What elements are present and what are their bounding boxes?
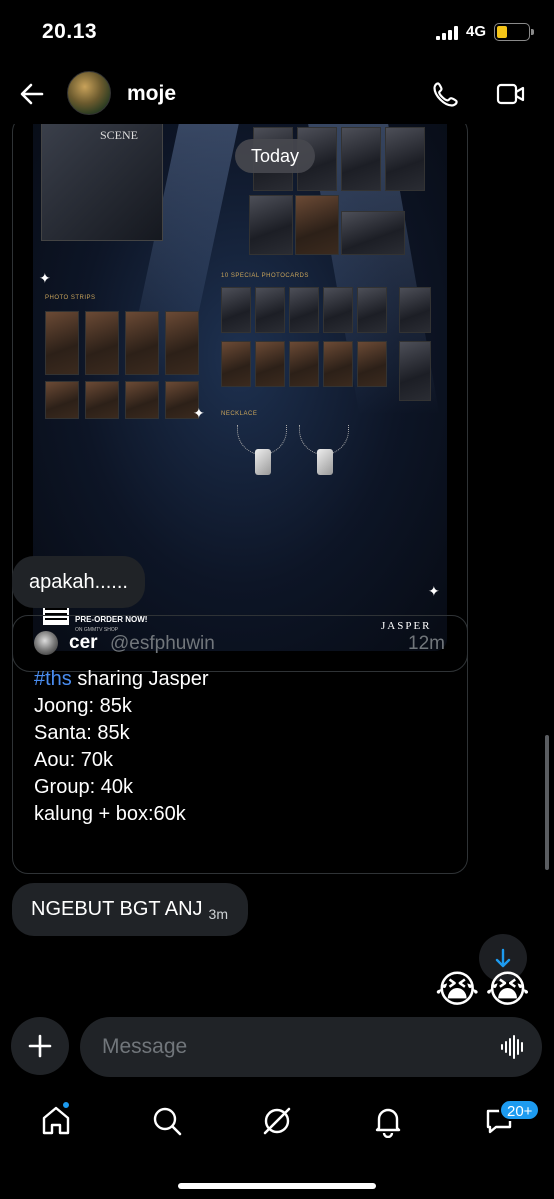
bell-icon[interactable] (371, 1104, 405, 1138)
search-icon[interactable] (150, 1104, 184, 1138)
scrollbar[interactable] (545, 735, 549, 870)
video-icon[interactable] (496, 82, 526, 106)
back-icon[interactable] (18, 80, 46, 108)
quoted-author-name: cer (69, 632, 98, 653)
date-separator: Today (235, 139, 316, 173)
avatar[interactable] (67, 71, 111, 115)
quoted-first-line: sharing Jasper (71, 668, 209, 690)
home-icon[interactable] (39, 1104, 73, 1138)
label-necklace: NECKLACE (221, 411, 258, 417)
quoted-body: Joong: 85k Santa: 85k Aou: 70k Group: 40… (34, 695, 186, 825)
message-text: NGEBUT BGT ANJ (31, 898, 203, 920)
emoji-reaction-message[interactable]: 😭😭 (435, 967, 536, 1012)
status-bar: 20.13 4G (0, 0, 554, 62)
grok-icon[interactable] (260, 1104, 294, 1138)
network-type: 4G (466, 23, 487, 40)
chat-area[interactable]: SCENE PHOTO STRIPS 10 SPECIAL PHOTOCARDS (0, 124, 554, 1014)
quoted-post-card[interactable]: cer @esfphuwin 12m #ths sharing Jasper J… (12, 615, 468, 874)
quoted-author-handle: @esfphuwin (110, 633, 215, 654)
message-bubble[interactable]: NGEBUT BGT ANJ 3m (12, 883, 248, 936)
home-indicator (178, 1183, 376, 1189)
contact-name[interactable]: moje (127, 82, 176, 106)
bottom-navigation: 20+ (0, 1084, 554, 1199)
signal-icon (436, 26, 458, 40)
quoted-post-time: 12m (408, 633, 445, 654)
scene-title: SCENE (100, 128, 139, 142)
group-photo: SCENE (41, 124, 163, 241)
quoted-avatar (34, 631, 58, 655)
messages-badge: 20+ (499, 1099, 541, 1121)
label-photo-strips: PHOTO STRIPS (45, 295, 96, 301)
status-time: 20.13 (42, 20, 98, 43)
quoted-post-text: #ths sharing Jasper Joong: 85k Santa: 85… (34, 666, 209, 828)
phone-icon[interactable] (432, 80, 460, 108)
label-photocards: 10 SPECIAL PHOTOCARDS (221, 273, 309, 279)
add-attachment-button[interactable] (11, 1017, 69, 1075)
voice-icon[interactable] (500, 1034, 526, 1060)
hashtag-link[interactable]: #ths (34, 668, 72, 690)
message-composer (0, 1014, 554, 1084)
message-bubble[interactable]: apakah...... (12, 556, 145, 608)
battery-icon (494, 23, 530, 41)
home-notification-dot (62, 1101, 70, 1109)
battery-tip (531, 29, 534, 35)
message-input[interactable] (80, 1017, 542, 1077)
message-time: 3m (208, 906, 228, 922)
chat-header: moje (0, 62, 554, 124)
plus-icon (28, 1034, 52, 1058)
